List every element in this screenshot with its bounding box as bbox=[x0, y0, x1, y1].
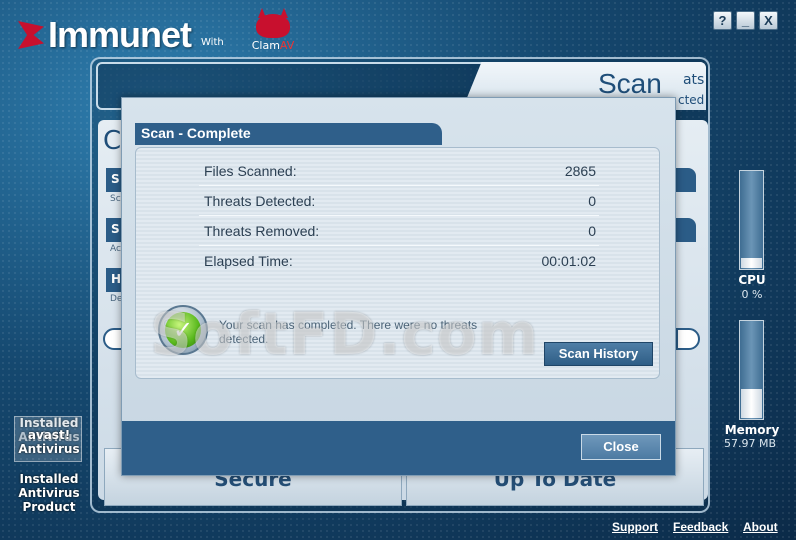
behind-heading: C bbox=[103, 126, 122, 156]
stat-label: Threats Detected: bbox=[204, 192, 316, 209]
immunet-logo: Immunet With bbox=[18, 14, 224, 56]
clamav-devil-icon bbox=[256, 14, 290, 38]
stat-elapsed-time: Elapsed Time: 00:01:02 bbox=[199, 246, 599, 276]
stat-threats-detected: Threats Detected: 0 bbox=[199, 186, 599, 216]
scan-complete-message: Your scan has completed. There were no t… bbox=[219, 318, 478, 346]
cpu-meter bbox=[739, 170, 764, 270]
dialog-content: Files Scanned: 2865 Threats Detected: 0 … bbox=[135, 147, 660, 379]
stat-threats-removed: Threats Removed: 0 bbox=[199, 216, 599, 246]
logo-text: Immunet bbox=[48, 14, 192, 55]
minimize-button[interactable]: _ bbox=[736, 11, 755, 30]
behind-row-2-sub: Ac bbox=[110, 244, 121, 254]
clamav-logo: ClamAV bbox=[250, 14, 296, 54]
close-window-button[interactable]: X bbox=[759, 11, 778, 30]
about-link[interactable]: About bbox=[743, 520, 778, 534]
behind-row-1-sub: Sc bbox=[110, 194, 121, 204]
stat-label: Files Scanned: bbox=[204, 162, 297, 179]
cpu-label: CPU bbox=[738, 273, 766, 287]
avast-label: avast! Antivirus bbox=[18, 428, 80, 456]
immunet-logo-mark-icon bbox=[18, 21, 44, 49]
memory-meter bbox=[739, 320, 764, 420]
stat-label: Threats Removed: bbox=[204, 222, 320, 239]
tab-scan-label: Scan bbox=[598, 68, 662, 99]
dialog-title: Scan - Complete bbox=[135, 123, 442, 145]
stat-label: Elapsed Time: bbox=[204, 253, 293, 269]
stat-value: 0 bbox=[588, 192, 596, 209]
clamav-label: ClamAV bbox=[251, 39, 295, 52]
feedback-link[interactable]: Feedback bbox=[673, 520, 728, 534]
help-button[interactable]: ? bbox=[713, 11, 732, 30]
behind-header-text: ats cted bbox=[678, 72, 705, 107]
memory-label: Memory bbox=[724, 423, 780, 437]
memory-value: 57.97 MB bbox=[723, 437, 777, 450]
stat-value: 00:01:02 bbox=[541, 253, 597, 269]
scan-complete-dialog: Scan - Complete Files Scanned: 2865 Thre… bbox=[121, 97, 676, 476]
stat-value: 2865 bbox=[564, 162, 596, 179]
dialog-footer: Close bbox=[122, 421, 675, 475]
scan-history-button[interactable]: Scan History bbox=[544, 342, 653, 366]
installed-antivirus-product-label: Installed Antivirus Product bbox=[18, 472, 80, 514]
cpu-value: 0 % bbox=[741, 288, 763, 301]
stat-files-scanned: Files Scanned: 2865 bbox=[199, 156, 599, 186]
behind-progress-right bbox=[676, 328, 700, 350]
window-controls: ? _ X bbox=[713, 11, 778, 30]
success-check-icon: ✓ bbox=[158, 305, 208, 355]
scan-stats: Files Scanned: 2865 Threats Detected: 0 … bbox=[199, 156, 599, 276]
close-button[interactable]: Close bbox=[581, 434, 661, 460]
support-link[interactable]: Support bbox=[612, 520, 658, 534]
cpu-meter-fill bbox=[741, 258, 762, 268]
memory-meter-fill bbox=[741, 389, 762, 418]
with-text: With bbox=[201, 36, 224, 48]
stat-value: 0 bbox=[588, 222, 596, 239]
